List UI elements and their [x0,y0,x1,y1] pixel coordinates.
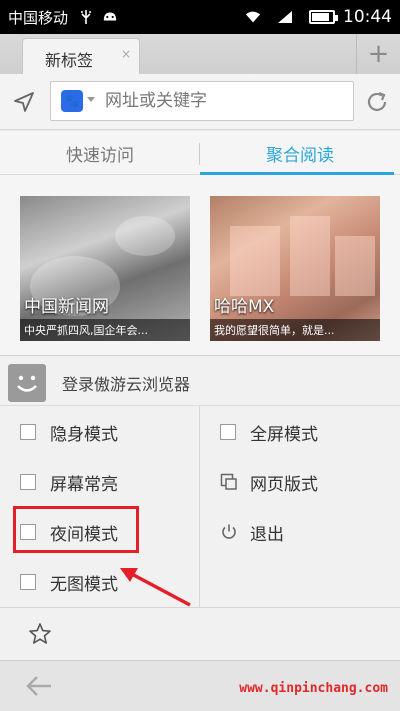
menu-item-label: 退出 [250,524,284,545]
chevron-down-icon[interactable] [87,97,95,102]
android-icon [102,9,118,25]
menu-item-label: 隐身模式 [50,424,118,445]
avatar [8,364,46,402]
toolbar: 🐾 [0,74,400,130]
tab-close-icon[interactable]: × [121,47,131,61]
watermark: www.qinpinchang.com [239,681,388,696]
checkbox[interactable] [20,474,36,490]
card-title: 中国新闻网 [24,297,109,317]
card-image-shape [335,236,375,296]
battery-fill [312,13,329,21]
login-row[interactable]: 登录傲游云浏览器 [0,356,400,406]
menu-item-screen-on[interactable]: 屏幕常亮 [20,457,210,507]
status-bar: 中国移动 10:44 [0,0,400,34]
menu-item-fullscreen[interactable]: 全屏模式 [220,407,400,457]
layout-icon [220,473,238,491]
news-card[interactable]: 中国新闻网 中央严抓四风,国企年会... [20,196,190,341]
checkbox[interactable] [20,424,36,440]
login-label: 登录傲游云浏览器 [62,375,191,394]
baidu-paw-icon[interactable]: 🐾 [61,90,83,112]
news-card[interactable]: 哈哈MX 我的愿望很简单，就是... [210,196,380,341]
wifi-icon [245,9,261,25]
signal-icon [277,9,293,25]
card-subtitle: 中央严抓四风,国企年会... [20,319,190,341]
menu-item-label: 全屏模式 [250,424,318,445]
content-area: 快速访问 聚合阅读 中国新闻网 中央严抓四风,国企年会... 哈哈MX 我的愿望… [0,131,400,355]
back-arrow-icon[interactable] [24,673,54,699]
carrier-name: 中国移动 [8,8,69,27]
menu-item-label: 无图模式 [50,574,118,595]
card-image-shape [290,216,330,296]
tab-new-tab[interactable]: 新标签 × [22,38,140,74]
active-tab-indicator [200,172,394,175]
tab-title: 新标签 [45,51,94,70]
tab-strip: 新标签 × + [0,34,400,74]
menu-item-page-layout[interactable]: 网页版式 [220,457,400,507]
content-tabs: 快速访问 聚合阅读 [0,131,400,175]
power-icon [220,523,238,541]
menu-item-label: 网页版式 [250,474,318,495]
tab-aggregated-reading[interactable]: 聚合阅读 [200,131,400,175]
usb-icon [78,9,94,25]
menu-item-label: 屏幕常亮 [50,474,118,495]
checkbox[interactable] [20,574,36,590]
refresh-icon[interactable] [364,89,390,115]
menu-item-incognito[interactable]: 隐身模式 [20,407,210,457]
card-title: 哈哈MX [214,297,275,317]
card-image-shape [230,226,280,296]
card-image-shape [115,216,175,256]
bottom-bar: www.qinpinchang.com [0,660,400,711]
checkbox[interactable] [220,424,236,440]
tab-quick-access[interactable]: 快速访问 [0,131,200,175]
url-bar[interactable]: 🐾 [50,81,354,121]
star-icon[interactable] [28,622,52,646]
clock: 10:44 [343,7,392,27]
battery-icon [309,10,338,24]
card-subtitle: 我的愿望很简单，就是... [210,319,380,341]
menu-item-exit[interactable]: 退出 [220,507,400,557]
navigate-arrow-icon[interactable] [12,90,36,114]
url-input[interactable] [105,88,345,114]
new-tab-button[interactable]: + [356,34,400,74]
annotation-arrow [120,568,191,607]
favorites-row [0,607,400,661]
highlight-box [13,506,139,553]
